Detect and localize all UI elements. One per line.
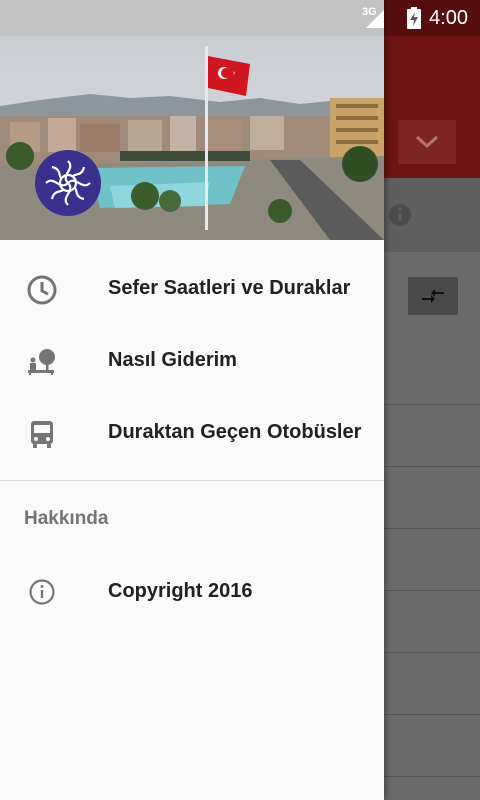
clock-icon (26, 274, 58, 306)
row-divider (384, 404, 480, 405)
row-divider (384, 528, 480, 529)
city-logo (35, 150, 101, 216)
row-divider (384, 466, 480, 467)
battery-icon (407, 7, 422, 29)
info-icon (29, 579, 55, 605)
menu-item-copyright[interactable]: Copyright 2016 (0, 556, 384, 628)
menu-item-label: Nasıl Giderim (108, 348, 237, 371)
drawer-divider (0, 480, 384, 481)
menu-item-schedules[interactable]: Sefer Saatleri ve Duraklar (0, 252, 384, 324)
section-title-about: Hakkında (24, 508, 109, 529)
bus-icon (26, 418, 58, 450)
directions-icon (26, 346, 58, 378)
menu-item-buses-at-stop[interactable]: Duraktan Geçen Otobüsler (0, 396, 384, 468)
menu-item-label: Duraktan Geçen Otobüsler (108, 420, 362, 443)
signal-icon (366, 10, 384, 28)
navigation-drawer: Sefer Saatleri ve Duraklar Nasıl Giderim (0, 0, 384, 800)
route-dropdown[interactable] (398, 120, 456, 164)
menu-item-directions[interactable]: Nasıl Giderim (0, 324, 384, 396)
row-divider (384, 652, 480, 653)
drawer-menu: Sefer Saatleri ve Duraklar Nasıl Giderim (0, 252, 384, 468)
status-bar: 3G 4:00 (0, 0, 480, 36)
row-divider (384, 714, 480, 715)
chevron-down-icon (415, 135, 439, 149)
menu-item-label: Copyright 2016 (108, 580, 253, 602)
menu-item-label: Sefer Saatleri ve Duraklar (108, 276, 351, 299)
info-icon[interactable] (388, 203, 412, 227)
row-divider (384, 776, 480, 777)
row-divider (384, 590, 480, 591)
clock-time: 4:00 (429, 6, 468, 29)
